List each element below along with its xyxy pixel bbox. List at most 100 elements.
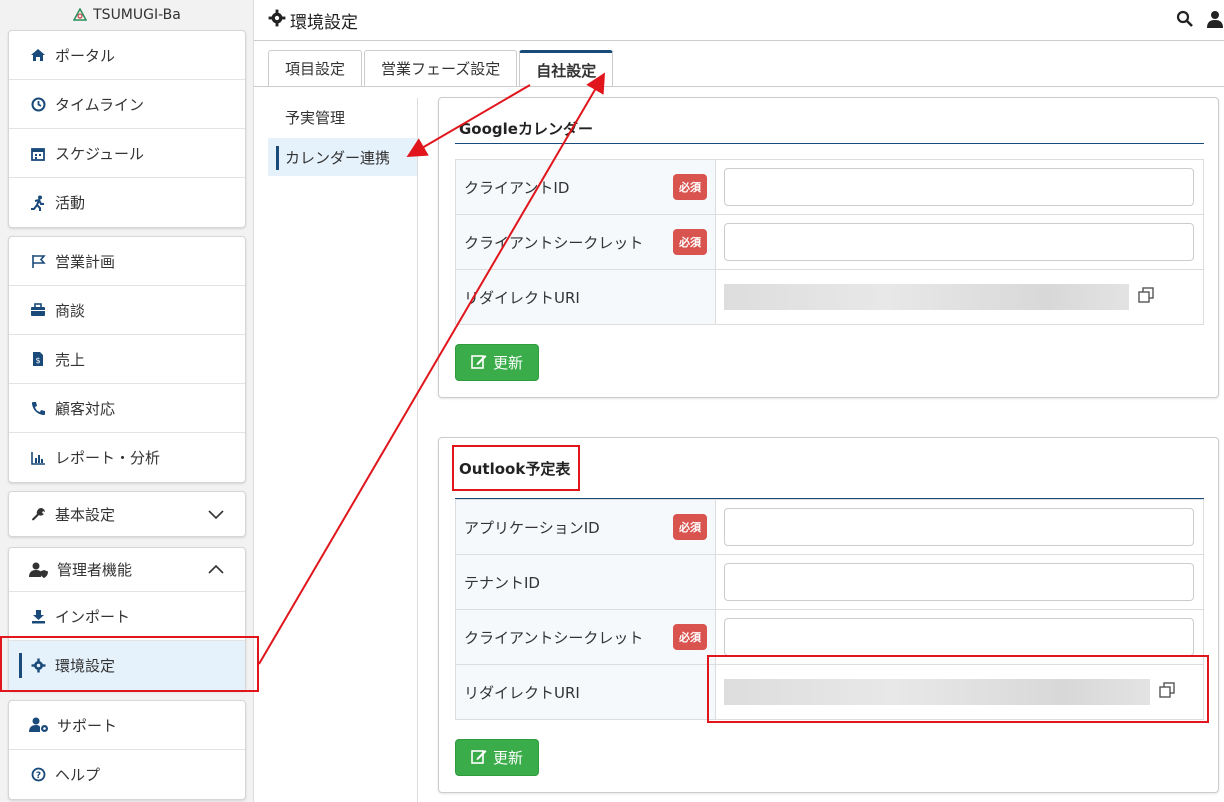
copy-icon[interactable] (1138, 287, 1154, 307)
google-client-secret-input[interactable] (724, 223, 1194, 261)
outlook-calendar-panel: Outlook予定表 アプリケーションID 必須 テナントID クライアントシー… (438, 437, 1219, 793)
client-id-label: クライアントID 必須 (455, 159, 716, 215)
nav-item-customer-support[interactable]: 顧客対応 (9, 384, 245, 433)
nav-item-deals[interactable]: 商談 (9, 286, 245, 335)
nav-item-help[interactable]: ? ヘルプ (9, 750, 245, 799)
nav-item-import[interactable]: インポート (9, 592, 245, 641)
nav-label: 管理者機能 (57, 561, 133, 579)
tab-company-settings[interactable]: 自社設定 (519, 50, 614, 87)
nav-item-environment-settings[interactable]: 環境設定 (9, 641, 245, 690)
redirect-uri-value-blurred (724, 284, 1129, 310)
chevron-up-icon (207, 562, 225, 580)
nav-group-sales: 営業計画 商談 $ 売上 顧客対応 レポート・分析 (8, 236, 246, 483)
redirect-uri-cell (715, 664, 1204, 720)
admin-toggle[interactable]: 管理者機能 (9, 548, 245, 592)
nav-label: タイムライン (55, 95, 144, 114)
nav-group-admin: 管理者機能 インポート 環境設定 (8, 547, 246, 691)
panel-rule (455, 143, 1204, 144)
edit-icon (471, 748, 487, 768)
basic-settings-toggle[interactable]: 基本設定 (9, 492, 245, 536)
nav-item-revenue[interactable]: $ 売上 (9, 335, 245, 384)
app-id-cell (715, 499, 1204, 555)
table-row: リダイレクトURI (455, 269, 1204, 325)
user-icon[interactable] (1206, 10, 1224, 32)
table-row: クライアントID 必須 (455, 159, 1204, 215)
page-title: 環境設定 (254, 8, 358, 33)
running-icon (29, 194, 47, 212)
svg-text:$: $ (35, 356, 40, 365)
nav-label: 活動 (55, 194, 86, 212)
google-panel-title: Googleカレンダー (459, 120, 593, 138)
nav-group-basic-settings: 基本設定 (8, 491, 246, 537)
settings-submenu: 予実管理 カレンダー連携 (268, 98, 418, 178)
client-secret-cell (715, 214, 1204, 270)
edit-icon (471, 353, 487, 373)
redirect-uri-value-blurred (724, 679, 1150, 705)
copy-icon[interactable] (1159, 682, 1175, 702)
redirect-uri-label: リダイレクトURI (455, 664, 716, 720)
nav-item-portal[interactable]: ポータル (9, 31, 245, 80)
google-calendar-panel: Googleカレンダー クライアントID 必須 クライアントシークレット 必須 … (438, 97, 1219, 398)
briefcase-icon (29, 301, 47, 319)
submenu-divider (417, 98, 418, 802)
calendar-icon (29, 144, 47, 162)
header-actions (1176, 10, 1224, 32)
chart-icon (29, 449, 47, 467)
nav-label: ポータル (55, 46, 116, 65)
field-label: クライアントシークレット (464, 628, 644, 647)
table-row: クライアントシークレット 必須 (455, 609, 1204, 665)
submenu-calendar-integration[interactable]: カレンダー連携 (268, 138, 418, 176)
outlook-tenant-id-input[interactable] (724, 563, 1194, 601)
nav-item-activity[interactable]: 活動 (9, 178, 245, 227)
client-secret-label: クライアントシークレット 必須 (455, 609, 716, 665)
nav-label: 商談 (55, 301, 86, 320)
wrench-icon (29, 505, 47, 523)
tenant-id-label: テナントID (455, 554, 716, 610)
field-label: リダイレクトURI (464, 288, 580, 307)
client-secret-label: クライアントシークレット 必須 (455, 214, 716, 270)
update-label: 更新 (492, 354, 523, 372)
table-row: クライアントシークレット 必須 (455, 214, 1204, 270)
nav-label: 顧客対応 (55, 399, 116, 418)
nav-label: スケジュール (55, 144, 144, 163)
google-update-button[interactable]: 更新 (455, 344, 539, 381)
nav-label: レポート・分析 (55, 449, 161, 467)
redirect-uri-label: リダイレクトURI (455, 269, 716, 325)
table-row: テナントID (455, 554, 1204, 610)
nav-item-timeline[interactable]: タイムライン (9, 80, 245, 129)
submenu-budget-actual[interactable]: 予実管理 (268, 98, 418, 136)
google-client-id-input[interactable] (724, 168, 1194, 206)
field-label: テナントID (464, 573, 540, 592)
field-label: クライアントID (464, 178, 570, 197)
nav-item-reports[interactable]: レポート・分析 (9, 433, 245, 482)
tab-sales-phase-settings[interactable]: 営業フェーズ設定 (364, 50, 518, 86)
nav-item-support[interactable]: サポート (9, 701, 245, 750)
tab-item-settings[interactable]: 項目設定 (268, 50, 363, 86)
nav-item-schedule[interactable]: スケジュール (9, 129, 245, 178)
google-form-table: クライアントID 必須 クライアントシークレット 必須 リダイレクトURI (455, 159, 1204, 325)
invoice-icon: $ (29, 350, 47, 368)
flag-icon (29, 252, 47, 270)
download-icon (29, 607, 47, 625)
nav-group-support: サポート ? ヘルプ (8, 700, 246, 800)
nav-item-sales-plan[interactable]: 営業計画 (9, 237, 245, 286)
logo-text: TSUMUGI-Ba (93, 7, 181, 23)
gear-icon (268, 9, 286, 32)
search-icon[interactable] (1176, 10, 1194, 32)
outlook-app-id-input[interactable] (724, 508, 1194, 546)
phone-icon (29, 399, 47, 417)
field-label: リダイレクトURI (464, 683, 580, 702)
svg-text:?: ? (35, 771, 40, 781)
nav-label: 環境設定 (55, 657, 116, 675)
outlook-client-secret-input[interactable] (724, 618, 1194, 656)
field-label: クライアントシークレット (464, 233, 644, 252)
outlook-update-button[interactable]: 更新 (455, 739, 539, 776)
nav-label: ヘルプ (55, 766, 101, 784)
redirect-uri-cell (715, 269, 1204, 325)
nav-group-main: ポータル タイムライン スケジュール 活動 (8, 30, 246, 228)
app-logo[interactable]: TSUMUGI-Ba (0, 0, 254, 30)
sidebar: TSUMUGI-Ba ポータル タイムライン スケジュール 活動 営業計画 商談 (0, 0, 254, 802)
page-title-text: 環境設定 (290, 12, 358, 33)
logo-icon (73, 8, 88, 22)
outlook-form-table: アプリケーションID 必須 テナントID クライアントシークレット 必須 リダイ… (455, 499, 1204, 720)
